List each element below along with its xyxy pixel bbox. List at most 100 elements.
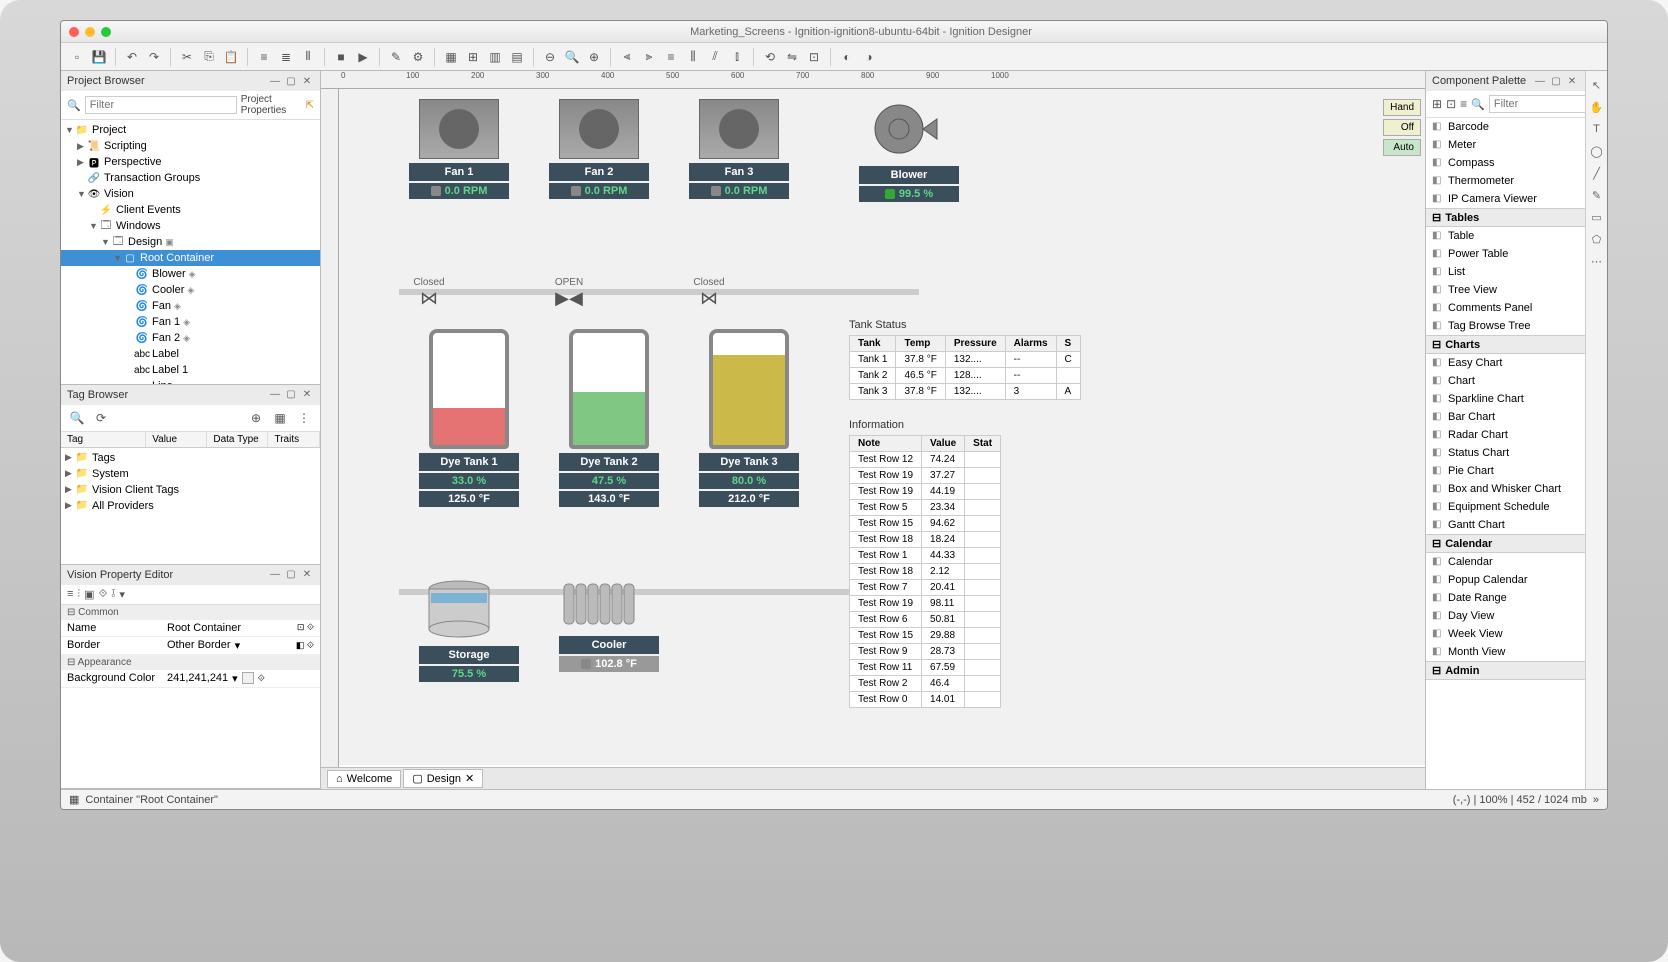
tank-component[interactable]: Dye Tank 247.5 %143.0 °F (559, 329, 659, 507)
fan-component[interactable]: Fan 10.0 RPM (409, 99, 509, 199)
bind-icon[interactable]: ◧ ⟐ (296, 640, 314, 651)
component-palette[interactable]: BarcodeMeterCompassThermometerIP Camera … (1426, 118, 1585, 789)
palette-item[interactable]: Easy Chart (1426, 354, 1585, 372)
align2-icon[interactable]: ≣ (276, 47, 296, 67)
pen-icon[interactable]: ✎ (1589, 187, 1605, 203)
palette-section[interactable]: ⊟ Charts (1426, 335, 1585, 354)
palette-item[interactable]: Week View (1426, 625, 1585, 643)
palette-item[interactable]: Radar Chart (1426, 426, 1585, 444)
more-icon[interactable]: ⋯ (1589, 253, 1605, 269)
zoom-icon[interactable]: 🔍 (562, 47, 582, 67)
tank-component[interactable]: Dye Tank 380.0 %212.0 °F (699, 329, 799, 507)
redo-icon[interactable]: ↷ (144, 47, 164, 67)
search-icon[interactable]: 🔍 (67, 408, 87, 428)
grid-icon[interactable]: ▦ (270, 408, 290, 428)
palette-item[interactable]: Bar Chart (1426, 408, 1585, 426)
tag-folder[interactable]: ▶📁System (61, 466, 320, 482)
palette-section[interactable]: ⊟ Tables (1426, 208, 1585, 227)
palette-item[interactable]: Table (1426, 227, 1585, 245)
tree-node[interactable]: ▼🗔Design▣ (61, 234, 320, 250)
information-table[interactable]: Information NoteValueStatTest Row 1274.2… (849, 419, 1001, 708)
tag-folder[interactable]: ▶📁All Providers (61, 498, 320, 514)
panel-restore-icon[interactable]: ▢ (284, 568, 298, 582)
poly-icon[interactable]: ⬠ (1589, 231, 1605, 247)
palette-item[interactable]: Popup Calendar (1426, 571, 1585, 589)
panel-minimize-icon[interactable]: — (268, 74, 282, 88)
close-tab-icon[interactable]: ✕ (465, 772, 474, 785)
zoom-in-icon[interactable]: ⊕ (584, 47, 604, 67)
tree-node[interactable]: abcLabel (61, 346, 320, 362)
palette-item[interactable]: Tree View (1426, 281, 1585, 299)
palette-item[interactable]: IP Camera Viewer (1426, 190, 1585, 208)
collapse-icon[interactable]: ⊟ (67, 657, 75, 668)
tab-welcome[interactable]: ⌂Welcome (327, 770, 401, 788)
grid-icon[interactable]: ▦ (441, 47, 461, 67)
palette-item[interactable]: Day View (1426, 607, 1585, 625)
tree-node[interactable]: →Line (61, 378, 320, 384)
panel-close-icon[interactable]: ✕ (300, 74, 314, 88)
tank-status-table[interactable]: Tank Status TankTempPressureAlarmsSTank … (849, 319, 1081, 400)
view-icon[interactable]: ⊞ (1432, 94, 1442, 114)
tree-node[interactable]: ▼🗔Windows (61, 218, 320, 234)
tag-folder[interactable]: ▶📁Vision Client Tags (61, 482, 320, 498)
add-icon[interactable]: ⊕ (246, 408, 266, 428)
palette-item[interactable]: Comments Panel (1426, 299, 1585, 317)
panel-close-icon[interactable]: ✕ (300, 388, 314, 402)
fan-component[interactable]: Fan 30.0 RPM (689, 99, 789, 199)
align-right-icon[interactable]: ≡ (661, 47, 681, 67)
filter-icon[interactable]: ⫶ (77, 588, 80, 601)
tag-folder[interactable]: ▶📁Tags (61, 450, 320, 466)
collapse-icon[interactable]: ⊟ (1432, 537, 1441, 550)
overflow-icon[interactable]: » (1593, 794, 1599, 806)
copy-icon[interactable]: ⎘ (199, 47, 219, 67)
tree-node[interactable]: ▶🅿Perspective (61, 154, 320, 170)
palette-item[interactable]: List (1426, 263, 1585, 281)
snap-icon[interactable]: ⊞ (463, 47, 483, 67)
panel-close-icon[interactable]: ✕ (1565, 74, 1579, 88)
rect-icon[interactable]: ▭ (1589, 209, 1605, 225)
palette-item[interactable]: Thermometer (1426, 172, 1585, 190)
collapse-icon[interactable]: ⊟ (67, 607, 75, 618)
refresh-icon[interactable]: ⟳ (91, 408, 111, 428)
play-icon[interactable]: ▶ (353, 47, 373, 67)
align-left-icon[interactable]: ⫷ (617, 47, 637, 67)
project-properties-link[interactable]: Project Properties (241, 94, 302, 116)
external-link-icon[interactable]: ⇱ (306, 100, 314, 111)
palette-item[interactable]: Pie Chart (1426, 462, 1585, 480)
palette-item[interactable]: Meter (1426, 136, 1585, 154)
align-center-icon[interactable]: ⫸ (639, 47, 659, 67)
hand-button[interactable]: Hand (1383, 99, 1421, 116)
valve-component[interactable]: Closed⋈ (679, 277, 739, 309)
align-top-icon[interactable]: ⫼ (683, 47, 703, 67)
storage-component[interactable]: Storage 75.5 % (419, 579, 519, 682)
expand-icon[interactable]: ▣ (84, 588, 94, 601)
panel-close-icon[interactable]: ✕ (300, 568, 314, 582)
tag-tree[interactable]: ▶📁Tags▶📁System▶📁Vision Client Tags▶📁All … (61, 448, 320, 564)
new-icon[interactable]: ▫ (67, 47, 87, 67)
link-icon[interactable]: ⟐ (99, 588, 108, 601)
zoom-out-icon[interactable]: ⊖ (540, 47, 560, 67)
distribute-icon[interactable]: ⫴ (298, 47, 318, 67)
tree-node[interactable]: ▼▢Root Container (61, 250, 320, 266)
property-row[interactable]: Background Color 241,241,241▾⟐ (61, 670, 320, 688)
collapse-icon[interactable]: ⊟ (1432, 338, 1441, 351)
maximize-window-button[interactable] (101, 27, 111, 37)
panel-restore-icon[interactable]: ▢ (284, 74, 298, 88)
panel-minimize-icon[interactable]: — (1533, 74, 1547, 88)
property-row[interactable]: Border Other Border▾◧ ⟐ (61, 637, 320, 655)
pointer-icon[interactable]: ↖ (1589, 77, 1605, 93)
cut-icon[interactable]: ✂ (177, 47, 197, 67)
tree-node[interactable]: ▶📜Scripting (61, 138, 320, 154)
tree-node[interactable]: ▼👁Vision (61, 186, 320, 202)
layout2-icon[interactable]: ▤ (507, 47, 527, 67)
valve-component[interactable]: Closed⋈ (399, 277, 459, 309)
close-window-button[interactable] (69, 27, 79, 37)
color-swatch[interactable] (242, 672, 254, 684)
palette-item[interactable]: Box and Whisker Chart (1426, 480, 1585, 498)
palette-item[interactable]: Tag Browse Tree (1426, 317, 1585, 335)
sort-icon[interactable]: ≡ (67, 588, 73, 601)
undo-icon[interactable]: ↶ (122, 47, 142, 67)
property-row[interactable]: Name Root Container⊡ ⟐ (61, 620, 320, 637)
bind-icon[interactable]: ⊡ ⟐ (297, 622, 314, 633)
palette-item[interactable]: Chart (1426, 372, 1585, 390)
